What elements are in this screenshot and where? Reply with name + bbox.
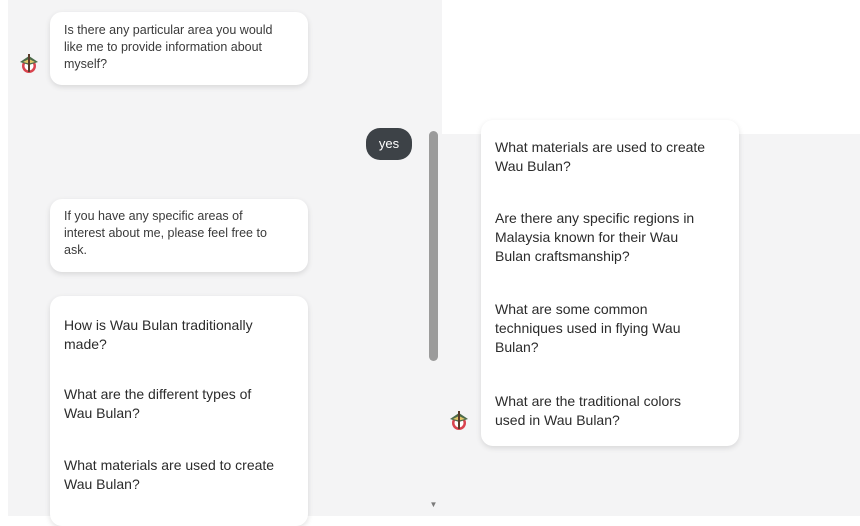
suggestion-item[interactable]: What are the traditional colors used in … [495, 392, 731, 430]
user-message: yes [366, 128, 412, 160]
message-line: ask. [64, 243, 87, 257]
suggestion-item[interactable]: What materials are used to create Wau Bu… [495, 138, 731, 176]
bot-message: Is there any particular area you would l… [50, 12, 308, 85]
suggestion-line: What are the different types of [64, 386, 252, 402]
suggestion-line: What materials are used to create [64, 457, 275, 473]
suggestion-item[interactable]: Are there any specific regions in Malays… [495, 209, 731, 266]
suggestion-item[interactable]: What materials are used to create Wau Bu… [64, 456, 300, 494]
suggestion-line: Wau Bulan? [495, 158, 571, 174]
suggestion-line: techniques used in flying Wau [495, 320, 681, 336]
suggestion-line: Malaysia known for their Wau [495, 229, 679, 245]
suggestion-line: Wau Bulan? [64, 476, 140, 492]
suggestion-item[interactable]: What are some common techniques used in … [495, 300, 731, 357]
wau-kite-avatar-icon [450, 411, 468, 430]
scrollbar-thumb[interactable] [429, 131, 438, 361]
message-line: myself? [64, 57, 108, 71]
wau-kite-avatar-icon [20, 54, 38, 73]
suggestion-line: What are the traditional colors [495, 393, 681, 409]
suggestion-line: What materials are used to create [495, 139, 706, 155]
scroll-down-arrow-icon[interactable]: ▼ [429, 500, 438, 510]
suggestion-line: Are there any specific regions in [495, 210, 695, 226]
suggestion-card: What materials are used to create Wau Bu… [481, 120, 739, 446]
bot-message: If you have any specific areas of intere… [50, 199, 308, 272]
suggestion-line: Bulan? [495, 339, 539, 355]
suggestion-line: How is Wau Bulan traditionally [64, 317, 253, 333]
message-line: like me to provide information about [64, 40, 263, 54]
suggestion-line: What are some common [495, 301, 648, 317]
suggestion-card: How is Wau Bulan traditionally made? Wha… [50, 296, 308, 526]
message-line: interest about me, please feel free to [64, 226, 267, 240]
message-line: If you have any specific areas of [64, 209, 243, 223]
suggestion-line: used in Wau Bulan? [495, 412, 620, 428]
suggestion-line: made? [64, 336, 107, 352]
suggestion-item[interactable]: How is Wau Bulan traditionally made? [64, 316, 300, 354]
suggestion-line: Bulan craftsmanship? [495, 248, 630, 264]
message-line: Is there any particular area you would [64, 23, 273, 37]
suggestion-item[interactable]: What are the different types of Wau Bula… [64, 385, 300, 423]
suggestion-line: Wau Bulan? [64, 405, 140, 421]
